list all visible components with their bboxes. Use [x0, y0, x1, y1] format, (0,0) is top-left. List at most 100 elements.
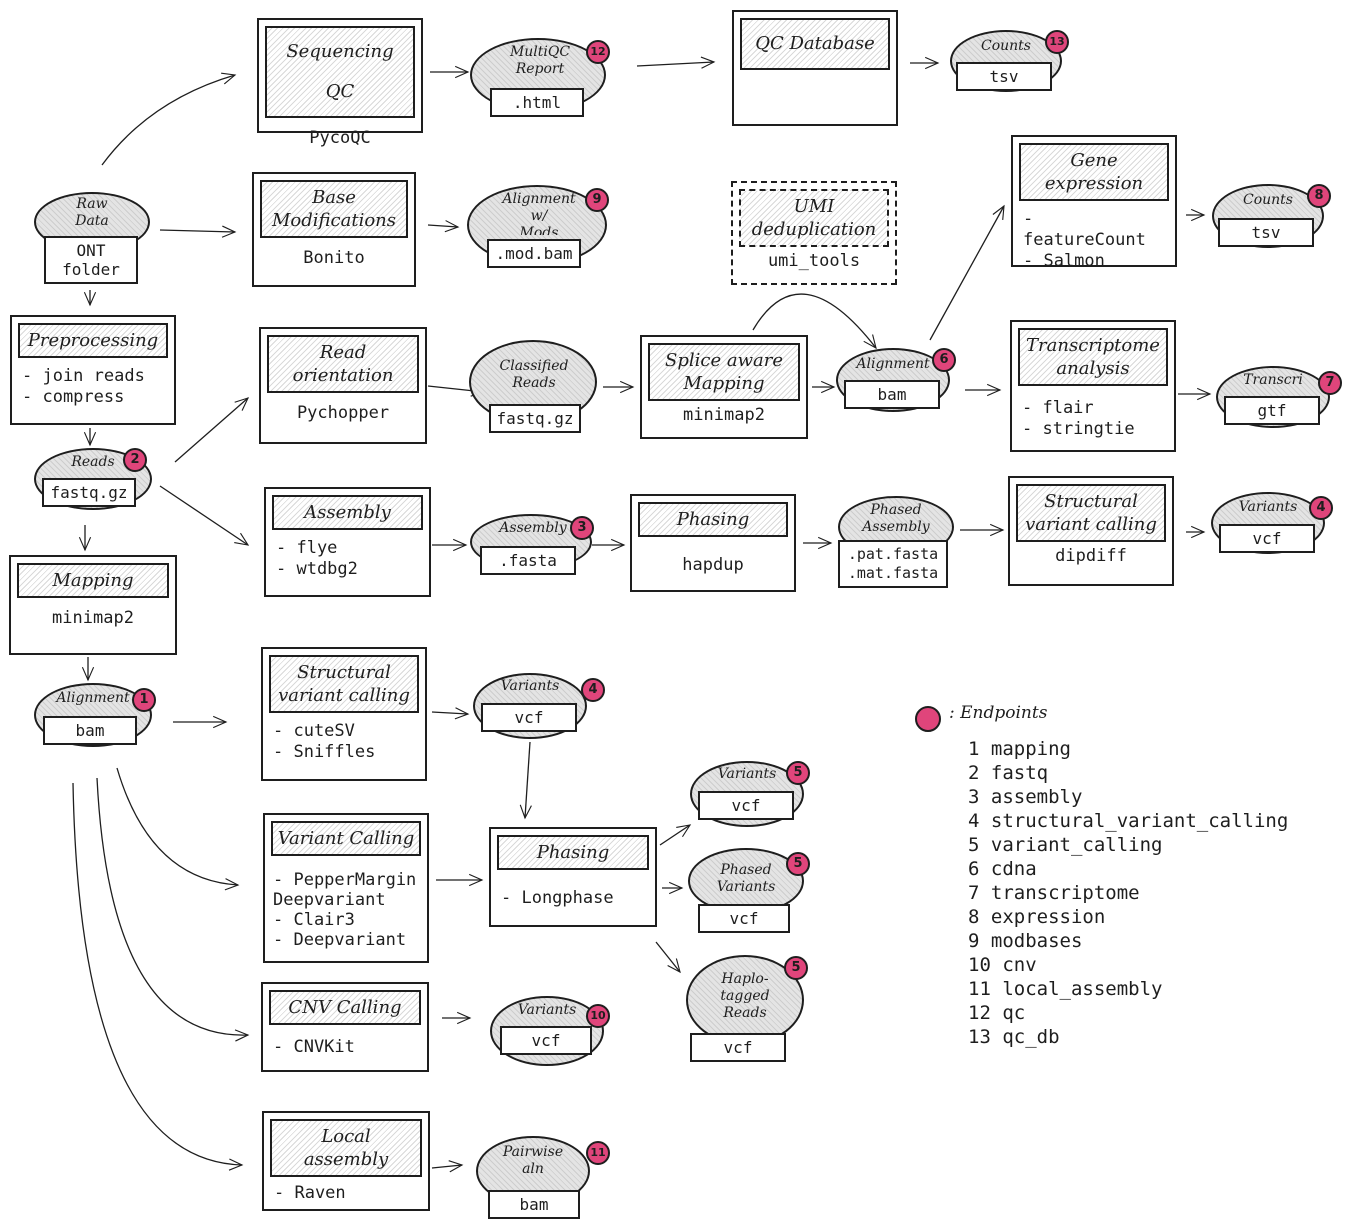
- process-title: Preprocessing: [18, 323, 168, 358]
- legend-list: 1 mapping 2 fastq 3 assembly 4 structura…: [968, 737, 1288, 1049]
- artifact-multiqc-report[interactable]: MultiQC Report .html 12: [470, 38, 610, 122]
- legend-item: 9 modbases: [968, 930, 1083, 952]
- process-title: Base Modifications: [260, 180, 408, 238]
- artifact-alignment-cdna[interactable]: Alignment bam 6: [836, 348, 960, 416]
- endpoint-badge: 7: [1318, 371, 1342, 395]
- endpoint-badge: 12: [586, 40, 610, 64]
- artifact-variants-cnv[interactable]: Variants vcf 10: [490, 996, 616, 1066]
- artifact-file: vcf: [1219, 524, 1315, 553]
- process-umi-deduplication[interactable]: UMI deduplication umi_tools: [731, 181, 897, 285]
- process-tools: dipdiff: [1055, 546, 1127, 566]
- process-tools: - cuteSV - Sniffles: [273, 721, 376, 762]
- process-tools: - featureCount - Salmon: [1023, 209, 1146, 271]
- artifact-label: Phased Assembly: [862, 502, 930, 535]
- artifact-transcripts[interactable]: Transcri gtf 7: [1216, 366, 1346, 432]
- legend-item: 10 cnv: [968, 954, 1037, 976]
- legend-title: : Endpoints: [949, 703, 1048, 723]
- legend-item: 4 structural_variant_calling: [968, 810, 1289, 832]
- endpoint-badge: 5: [786, 761, 810, 785]
- artifact-counts-expression[interactable]: Counts tsv 8: [1212, 184, 1334, 254]
- process-tools: - Raven: [274, 1183, 346, 1203]
- legend-item: 7 transcriptome: [968, 882, 1140, 904]
- process-base-modifications[interactable]: Base Modifications Bonito: [252, 172, 416, 287]
- artifact-file: vcf: [690, 1033, 786, 1062]
- process-transcriptome-analysis[interactable]: Transcriptome analysis - flair - stringt…: [1010, 320, 1176, 452]
- artifact-file: .mod.bam: [487, 239, 581, 268]
- process-tools: Pychopper: [296, 403, 390, 423]
- artifact-variants-assembly-sv[interactable]: Variants vcf 4: [1211, 492, 1335, 558]
- arrow-phasing-to-variants: [659, 824, 692, 846]
- artifact-file: fastq.gz: [489, 404, 581, 433]
- process-qc-database[interactable]: QC Database: [732, 10, 898, 126]
- artifact-label: Variants: [1238, 499, 1298, 515]
- arrow-phasing-to-haplotagged: [655, 941, 681, 974]
- process-structural-variant-calling[interactable]: Structural variant calling - cuteSV - Sn…: [261, 647, 427, 781]
- process-local-assembly[interactable]: Local assembly - Raven: [262, 1111, 430, 1211]
- process-structural-variant-calling-assembly[interactable]: Structural variant calling dipdiff: [1008, 476, 1174, 586]
- endpoint-badge: 4: [1309, 496, 1333, 520]
- artifact-variants-sv[interactable]: Variants vcf 4: [473, 673, 607, 743]
- process-title: Sequencing QC: [265, 26, 415, 118]
- process-gene-expression[interactable]: Gene expression - featureCount - Salmon: [1011, 135, 1177, 271]
- artifact-counts-qc[interactable]: Counts tsv 13: [950, 30, 1072, 98]
- artifact-alignment-modbases[interactable]: Alignment w/ Mods .mod.bam 9: [467, 185, 611, 271]
- endpoint-badge: 10: [586, 1004, 610, 1028]
- artifact-haplotagged-reads[interactable]: Haplo- tagged Reads vcf 5: [686, 955, 816, 1065]
- process-splice-aware-mapping[interactable]: Splice aware Mapping minimap2: [640, 335, 808, 439]
- process-tools: Bonito: [303, 248, 365, 268]
- process-phasing[interactable]: Phasing - Longphase: [489, 827, 657, 927]
- legend-item: 12 qc: [968, 1002, 1026, 1024]
- process-title: Structural variant calling: [269, 655, 419, 713]
- artifact-classified-reads[interactable]: Classified Reads fastq.gz: [469, 340, 599, 436]
- artifact-file: .pat.fasta .mat.fasta: [838, 540, 948, 588]
- arrow-raw-to-basemod: [159, 225, 237, 238]
- process-title: Read orientation: [267, 335, 419, 393]
- process-title: Assembly: [272, 495, 423, 530]
- process-read-orientation[interactable]: Read orientation Pychopper: [259, 327, 427, 444]
- process-title: Mapping: [17, 563, 169, 598]
- arrow-alignment-to-gene: [929, 204, 1005, 341]
- endpoint-badge: 2: [123, 448, 147, 472]
- process-tools: - join reads - compress: [22, 366, 145, 407]
- artifact-raw-data[interactable]: Raw Data ONT folder: [34, 192, 150, 290]
- artifact-file: vcf: [698, 904, 790, 933]
- process-title: Phasing: [638, 502, 788, 537]
- artifact-file: bam: [488, 1190, 580, 1219]
- process-title: Local assembly: [270, 1119, 422, 1177]
- arrow-reads-to-assembly: [159, 485, 250, 546]
- arrow-variants-to-phasing: [519, 741, 532, 820]
- artifact-label: Transcri: [1243, 372, 1303, 388]
- legend-item: 2 fastq: [968, 762, 1049, 784]
- artifact-file: vcf: [500, 1026, 592, 1055]
- process-tools: PycoQC: [309, 128, 371, 148]
- legend-item: 3 assembly: [968, 786, 1083, 808]
- process-cnv-calling[interactable]: CNV Calling - CNVKit: [261, 982, 429, 1072]
- artifact-file: tsv: [956, 62, 1052, 91]
- process-tools: - flye - wtdbg2: [276, 538, 358, 579]
- artifact-phased-variants[interactable]: Phased Variants vcf 5: [688, 848, 818, 936]
- artifact-alignment-main[interactable]: Alignment bam 1: [34, 683, 156, 753]
- process-sequencing-qc[interactable]: Sequencing QC PycoQC: [257, 18, 423, 148]
- artifact-assembly-fasta[interactable]: Assembly .fasta 3: [470, 514, 596, 576]
- artifact-variants-snp[interactable]: Variants vcf 5: [690, 761, 820, 831]
- arrow-alignment-to-local: [72, 782, 244, 1171]
- process-title: Splice aware Mapping: [648, 343, 800, 401]
- process-tools: minimap2: [683, 405, 765, 425]
- process-assembly[interactable]: Assembly - flye - wtdbg2: [264, 487, 431, 597]
- process-tools: - PepperMargin Deepvariant - Clair3 - De…: [273, 870, 417, 950]
- artifact-label: Pairwise aln: [502, 1144, 564, 1177]
- process-mapping[interactable]: Mapping minimap2: [9, 555, 177, 655]
- process-tools: - Longphase: [501, 888, 614, 908]
- process-variant-calling[interactable]: Variant Calling - PepperMargin Deepvaria…: [263, 813, 429, 963]
- endpoint-badge: 9: [585, 188, 609, 212]
- artifact-pairwise-aln[interactable]: Pairwise aln bam 11: [476, 1136, 616, 1222]
- arrow-basemod-to-modbam: [427, 220, 460, 233]
- artifact-reads[interactable]: Reads fastq.gz 2: [34, 448, 152, 518]
- process-title: Gene expression: [1019, 143, 1169, 201]
- arrow-sv-to-variants: [431, 707, 470, 720]
- artifact-file: .html: [490, 88, 584, 117]
- process-title: Structural variant calling: [1016, 484, 1166, 542]
- artifact-phased-assembly[interactable]: Phased Assembly .pat.fasta .mat.fasta: [838, 496, 954, 592]
- process-phasing-assembly[interactable]: Phasing hapdup: [630, 494, 796, 592]
- process-preprocessing[interactable]: Preprocessing - join reads - compress: [10, 315, 176, 425]
